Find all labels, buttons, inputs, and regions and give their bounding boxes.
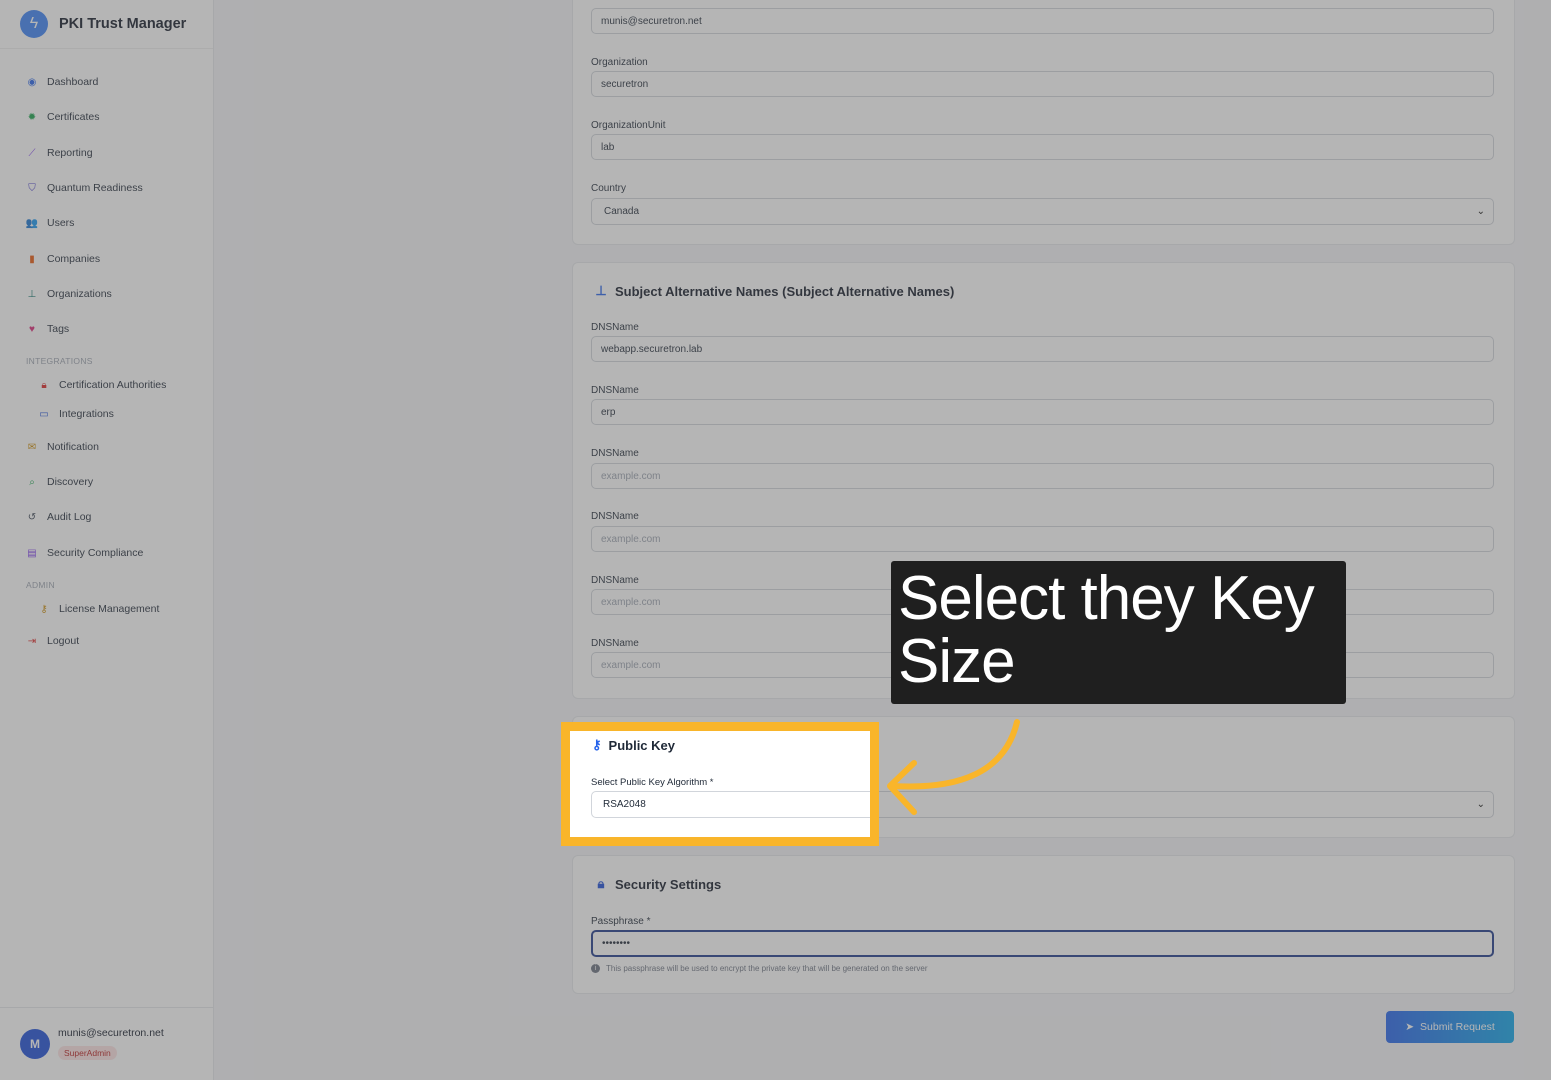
organization-field[interactable]: securetron — [591, 71, 1494, 97]
brand[interactable]: ϟ PKI Trust Manager — [0, 0, 213, 49]
passphrase-field[interactable]: •••••••• — [591, 930, 1494, 957]
tooltip: Select they Key Size — [891, 561, 1346, 704]
chart-icon: ⟋ — [28, 147, 36, 159]
chevron-down-icon: ⌄ — [1476, 206, 1485, 217]
dns-name-label: DNSName — [591, 511, 639, 522]
tag-icon: ♥ — [29, 323, 35, 335]
passphrase-label: Passphrase * — [591, 916, 651, 927]
info-icon: i — [591, 964, 600, 973]
dns-name-field[interactable]: webapp.securetron.lab — [591, 336, 1494, 362]
dns-name-field[interactable]: example.com — [591, 463, 1494, 489]
dns-name-label: DNSName — [591, 322, 639, 333]
send-icon: ➤ — [1405, 1021, 1415, 1033]
sidebar: ϟ PKI Trust Manager ◉ Dashboard ✹ Certif… — [0, 0, 214, 1080]
shield-icon: ⛉ — [28, 182, 36, 194]
email-field[interactable]: munis@securetron.net — [591, 8, 1494, 34]
sidebar-item-discovery[interactable]: ⌕ Discovery — [26, 476, 93, 488]
clipboard-icon: ▤ — [27, 547, 37, 559]
public-key-algorithm-select[interactable]: RSA2048 — [591, 791, 870, 818]
sidebar-item-tags[interactable]: ♥ Tags — [26, 323, 69, 335]
sidebar-item-security-compliance[interactable]: ▤ Security Compliance — [26, 547, 143, 559]
dns-name-label: DNSName — [591, 448, 639, 459]
user-email: munis@securetron.net — [58, 1027, 164, 1039]
app-logo-icon: ϟ — [20, 10, 48, 38]
sidebar-item-reporting[interactable]: ⟋ Reporting — [26, 147, 93, 159]
passphrase-hint: i This passphrase will be used to encryp… — [591, 964, 928, 973]
sidebar-item-organizations[interactable]: ⊥ Organizations — [26, 288, 112, 300]
dns-name-label: DNSName — [591, 575, 639, 586]
avatar: M — [20, 1029, 50, 1059]
sidebar-item-quantum-readiness[interactable]: ⛉ Quantum Readiness — [26, 182, 142, 194]
key-icon: ⚷ — [592, 737, 602, 752]
chevron-down-icon: ⌄ — [1476, 799, 1485, 810]
arrow-icon — [887, 719, 1020, 815]
country-label: Country — [591, 183, 627, 194]
logout-icon: ⇥ — [27, 635, 37, 647]
history-icon: ↺ — [27, 511, 37, 523]
public-key-title: ⚷ Public Key — [592, 737, 675, 753]
dns-name-label: DNSName — [591, 385, 639, 396]
organization-label: Organization — [591, 57, 648, 68]
dns-name-field[interactable]: erp — [591, 399, 1494, 425]
building-icon: ▮ — [29, 253, 35, 265]
org-unit-field[interactable]: lab — [591, 134, 1494, 160]
section-label-admin: ADMIN — [26, 580, 55, 590]
dashboard-icon: ◉ — [27, 76, 37, 88]
sitemap-icon: ⊥ — [27, 288, 37, 300]
certificate-icon: ✹ — [27, 111, 37, 123]
users-icon: 👥 — [25, 217, 39, 229]
sitemap-icon: ⊥ — [595, 283, 607, 298]
sidebar-item-logout[interactable]: ⇥ Logout — [26, 635, 79, 647]
search-icon: ⌕ — [29, 476, 35, 488]
highlight-box: ⚷ Public Key Select Public Key Algorithm… — [561, 722, 879, 846]
sidebar-item-users[interactable]: 👥 Users — [25, 217, 75, 229]
sidebar-item-dashboard[interactable]: ◉ Dashboard — [26, 76, 99, 88]
sidebar-item-license-management[interactable]: ⚷ License Management — [38, 603, 159, 615]
role-badge: SuperAdmin — [58, 1046, 117, 1060]
sidebar-item-certificates[interactable]: ✹ Certificates — [26, 111, 100, 123]
sidebar-item-audit-log[interactable]: ↺ Audit Log — [26, 511, 92, 523]
lock-icon: 🔒︎ — [41, 379, 47, 391]
envelope-icon: ✉ — [27, 441, 37, 453]
submit-request-button[interactable]: ➤ Submit Request — [1386, 1011, 1514, 1043]
country-select[interactable]: Canada ⌄ — [591, 198, 1494, 225]
sidebar-item-notification[interactable]: ✉ Notification — [26, 441, 99, 453]
user-panel[interactable]: M munis@securetron.net SuperAdmin — [0, 1007, 213, 1080]
sidebar-item-companies[interactable]: ▮ Companies — [26, 253, 100, 265]
lock-icon: 🔒︎ — [597, 876, 605, 891]
org-unit-label: OrganizationUnit — [591, 120, 666, 131]
san-title: ⊥ Subject Alternative Names (Subject Alt… — [593, 283, 954, 299]
security-title: 🔒︎ Security Settings — [593, 876, 722, 892]
laptop-icon: ▭ — [39, 408, 49, 420]
dns-name-label: DNSName — [591, 638, 639, 649]
section-label-integrations: INTEGRATIONS — [26, 356, 93, 366]
app-name: PKI Trust Manager — [59, 16, 187, 32]
dns-name-field[interactable]: example.com — [591, 526, 1494, 552]
key-icon: ⚷ — [40, 603, 48, 615]
sidebar-item-integrations[interactable]: ▭ Integrations — [38, 408, 114, 420]
sidebar-item-certification-authorities[interactable]: 🔒︎ Certification Authorities — [38, 379, 166, 391]
public-key-algorithm-label: Select Public Key Algorithm * — [591, 777, 714, 788]
